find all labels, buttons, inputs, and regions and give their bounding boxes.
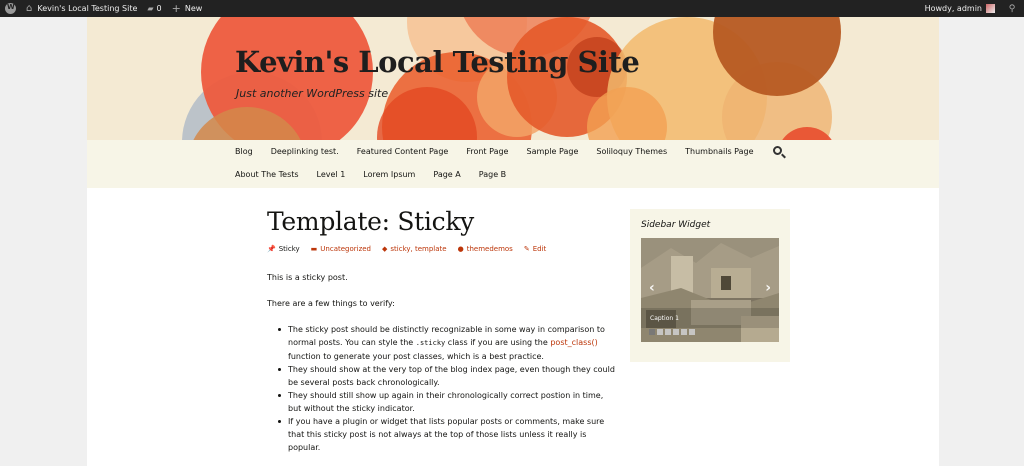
slider-dot[interactable] — [681, 329, 687, 335]
post-meta: 📌 Sticky ▬ Uncategorized ◆ sticky, template… — [267, 245, 557, 253]
site-header: Kevin's Local Testing Site Just another … — [87, 17, 939, 140]
sticky-indicator: 📌 Sticky — [267, 245, 300, 253]
admin-bar: ⌂ Kevin's Local Testing Site ▰0 +New Howd… — [0, 0, 1024, 17]
slider-next-button[interactable]: › — [765, 280, 771, 296]
slider-prev-button[interactable]: ‹ — [649, 280, 655, 296]
new-label: New — [184, 4, 203, 13]
category-label: Uncategorized — [320, 245, 372, 253]
nav-item-page-a[interactable]: Page A — [424, 163, 469, 186]
nav-item-soliloquy-themes[interactable]: Soliloquy Themes — [587, 140, 676, 163]
admin-search-button[interactable]: ⚲ — [1000, 0, 1024, 17]
nav-item-front-page[interactable]: Front Page — [457, 140, 517, 163]
site-title[interactable]: Kevin's Local Testing Site — [235, 45, 640, 79]
post-paragraph-1: This is a sticky post. — [267, 273, 348, 282]
code-sticky-class: .sticky — [415, 339, 446, 347]
nav-item-thumbnails-page[interactable]: Thumbnails Page — [676, 140, 762, 163]
sticky-label: Sticky — [278, 245, 300, 253]
user-icon: ● — [457, 245, 464, 253]
new-content-link[interactable]: + New — [167, 0, 208, 17]
nav-item-about-the-tests[interactable]: About The Tests — [226, 163, 308, 186]
edit-link[interactable]: ✎ Edit — [524, 245, 546, 253]
nav-item-level-1[interactable]: Level 1 — [308, 163, 355, 186]
slider-dot[interactable] — [657, 329, 663, 335]
slider-dot[interactable] — [649, 329, 655, 335]
nav-item-deeplinking-test[interactable]: Deeplinking test. — [262, 140, 348, 163]
slider-dot[interactable] — [673, 329, 679, 335]
nav-item-page-b[interactable]: Page B — [470, 163, 515, 186]
main-navigation: Blog Deeplinking test. Featured Content … — [87, 140, 939, 188]
post-list: The sticky post should be distinctly rec… — [275, 323, 615, 454]
site-page: Kevin's Local Testing Site Just another … — [87, 17, 939, 466]
site-name-link[interactable]: ⌂ Kevin's Local Testing Site — [21, 0, 142, 17]
home-icon: ⌂ — [26, 3, 33, 14]
ruins-photo — [641, 238, 779, 342]
my-account-link[interactable]: Howdy, admin — [920, 0, 1000, 17]
nav-item-lorem-ipsum[interactable]: Lorem Ipsum — [354, 163, 424, 186]
plus-icon: + — [171, 2, 181, 15]
image-slider[interactable]: ‹ › Caption 1 — [641, 238, 779, 342]
nav-item-blog[interactable]: Blog — [226, 140, 262, 163]
post-paragraph-2: There are a few things to verify: — [267, 299, 395, 308]
howdy-label: Howdy, admin — [924, 4, 982, 13]
pencil-icon: ✎ — [523, 245, 530, 253]
list-item: The sticky post should be distinctly rec… — [275, 323, 615, 363]
site-description: Just another WordPress site — [236, 87, 389, 100]
nav-item-sample-page[interactable]: Sample Page — [517, 140, 587, 163]
wordpress-icon — [5, 3, 16, 14]
nav-row-secondary: About The Tests Level 1 Lorem Ipsum Page… — [226, 163, 515, 186]
slider-dot[interactable] — [665, 329, 671, 335]
tags-label: sticky, template — [390, 245, 447, 253]
post-title[interactable]: Template: Sticky — [267, 207, 474, 236]
list-item: If you have a plugin or widget that list… — [275, 415, 615, 454]
slide-caption: Caption 1 — [650, 315, 679, 322]
post-class-link[interactable]: post_class() — [550, 338, 597, 347]
folder-icon: ▬ — [310, 245, 318, 253]
category-link[interactable]: ▬ Uncategorized — [311, 245, 371, 253]
comment-icon: ▰ — [147, 4, 154, 13]
sidebar-widget: Sidebar Widget ‹ › Caption 1 — [630, 209, 790, 362]
comments-link[interactable]: ▰ 0 — [142, 0, 166, 17]
slider-dot[interactable] — [689, 329, 695, 335]
avatar — [986, 4, 995, 13]
list-item: They should show at the very top of the … — [275, 363, 615, 389]
nav-search-button[interactable] — [771, 144, 787, 160]
wordpress-logo-button[interactable] — [0, 0, 21, 17]
author-link[interactable]: ● themedemos — [458, 245, 513, 253]
comments-count: 0 — [156, 4, 162, 13]
tag-icon: ◆ — [382, 245, 388, 253]
widget-title: Sidebar Widget — [641, 220, 711, 230]
list-item: They should still show up again in their… — [275, 389, 615, 415]
search-icon: ⚲ — [1008, 3, 1016, 14]
nav-item-featured-content-page[interactable]: Featured Content Page — [348, 140, 458, 163]
site-name-label: Kevin's Local Testing Site — [37, 4, 138, 13]
author-label: themedemos — [466, 245, 513, 253]
edit-label: Edit — [532, 245, 547, 253]
nav-row-primary: Blog Deeplinking test. Featured Content … — [226, 140, 763, 163]
slider-pager — [649, 329, 697, 335]
pin-icon: 📌 — [267, 245, 276, 253]
tags-link[interactable]: ◆ sticky, template — [382, 245, 447, 253]
